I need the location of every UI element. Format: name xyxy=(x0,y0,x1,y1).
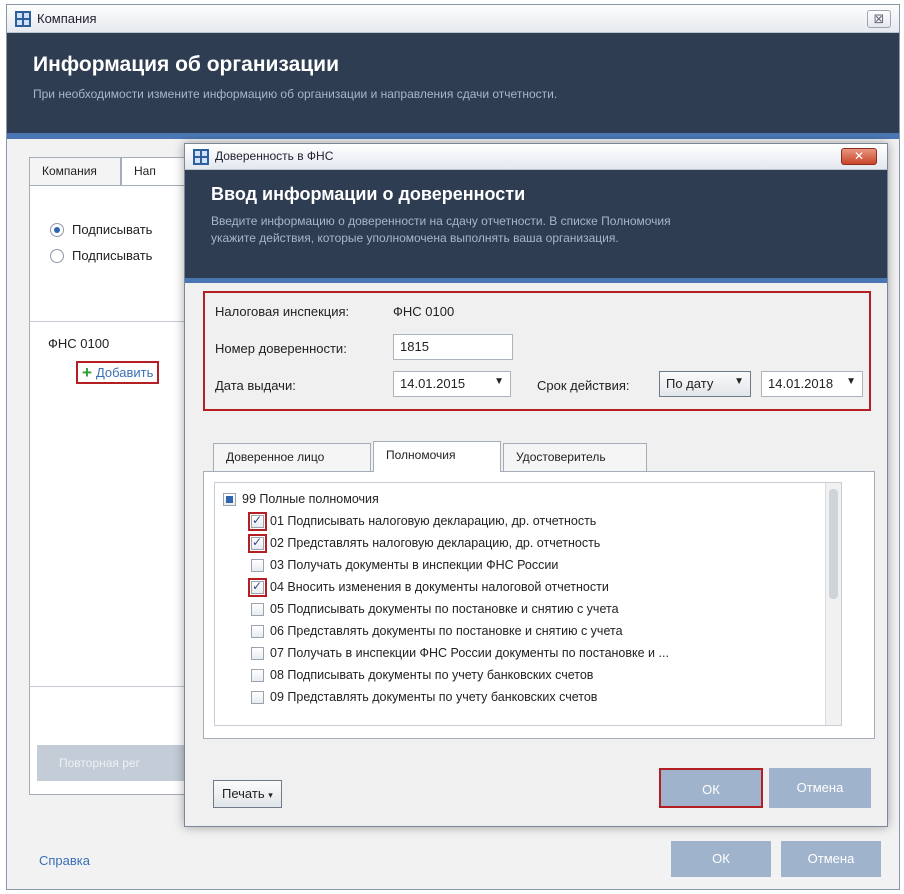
header-accent-bar xyxy=(7,133,899,139)
tab-trusted-person[interactable]: Доверенное лицо xyxy=(213,443,371,471)
tab-certifier[interactable]: Удостоверитель xyxy=(503,443,647,471)
permission-checkbox[interactable] xyxy=(251,624,264,638)
add-proxy-link[interactable]: + Добавить xyxy=(76,361,160,384)
page-title: Информация об организации xyxy=(33,53,339,76)
radio-button-selected[interactable] xyxy=(50,222,64,237)
permission-checkbox[interactable] xyxy=(251,646,264,660)
permission-label: 07 Получать в инспекции ФНС России докум… xyxy=(270,646,669,660)
permission-label: 08 Подписывать документы по учету банков… xyxy=(270,668,594,682)
issue-date-label: Дата выдачи: xyxy=(215,378,296,393)
permission-checkbox[interactable] xyxy=(251,558,264,572)
permissions-list: 99 Полные полномочия 01 Подписывать налог… xyxy=(214,482,842,726)
permission-label: 06 Представлять документы по постановке … xyxy=(270,624,623,638)
validity-label: Срок действия: xyxy=(537,378,630,393)
print-button-label: Печать xyxy=(222,786,265,801)
radio-sign-option-2[interactable]: Подписывать xyxy=(50,248,152,263)
permission-label: 03 Получать документы в инспекции ФНС Ро… xyxy=(270,558,559,572)
permission-item[interactable]: 02 Представлять налоговую декларацию, др… xyxy=(248,533,601,553)
fns-office-label: ФНС 0100 xyxy=(48,336,110,351)
close-dialog-button[interactable]: ✕ xyxy=(841,148,877,165)
dialog-description: Введите информацию о доверенности на сда… xyxy=(211,213,861,247)
permission-label: 09 Представлять документы по учету банко… xyxy=(270,690,598,704)
permission-label: 01 Подписывать налоговую декларацию, др.… xyxy=(270,514,597,528)
permission-item[interactable]: 03 Получать документы в инспекции ФНС Ро… xyxy=(251,555,558,575)
dialog-ok-button[interactable]: ОК xyxy=(659,768,763,808)
tab-directions[interactable]: Нап xyxy=(121,157,191,185)
permission-checkbox[interactable] xyxy=(251,690,264,704)
ok-button[interactable]: ОК xyxy=(671,841,771,877)
permission-label: 05 Подписывать документы по постановке и… xyxy=(270,602,619,616)
tab-permissions[interactable]: Полномочия xyxy=(373,441,501,472)
permission-item[interactable]: 08 Подписывать документы по учету банков… xyxy=(251,665,593,685)
permission-item[interactable]: 07 Получать в инспекции ФНС России докум… xyxy=(251,643,669,663)
permission-item[interactable]: 05 Подписывать документы по постановке и… xyxy=(251,599,619,619)
issue-date-value: 14.01.2015 xyxy=(400,376,466,391)
caret-down-icon: ▼ xyxy=(846,376,856,387)
tax-office-label: Налоговая инспекция: xyxy=(215,304,350,319)
dialog-cancel-button[interactable]: Отмена xyxy=(769,768,871,808)
permission-label: 04 Вносить изменения в документы налогов… xyxy=(270,580,609,594)
app-grid-icon xyxy=(15,11,31,27)
permission-item[interactable]: 99 Полные полномочия xyxy=(223,489,379,509)
proxy-dialog-header: Ввод информации о доверенности Введите и… xyxy=(185,170,887,278)
validity-mode-select[interactable]: По дату ▼ xyxy=(659,371,751,397)
proxy-dialog-title: Доверенность в ФНС xyxy=(215,149,334,163)
permission-checkbox[interactable] xyxy=(248,511,267,531)
radio-button[interactable] xyxy=(50,248,64,263)
help-link[interactable]: Справка xyxy=(39,853,90,868)
caret-down-icon: ▼ xyxy=(494,376,504,387)
validity-date-picker[interactable]: 14.01.2018 ▼ xyxy=(761,371,863,397)
permission-label: 02 Представлять налоговую декларацию, др… xyxy=(270,536,601,550)
tab-company[interactable]: Компания xyxy=(29,157,121,185)
add-link-label: Добавить xyxy=(95,365,154,380)
dialog-accent-bar xyxy=(185,278,887,283)
permission-item[interactable]: 04 Вносить изменения в документы налогов… xyxy=(248,577,609,597)
company-info-header: Информация об организации При необходимо… xyxy=(7,33,899,133)
proxy-number-label: Номер доверенности: xyxy=(215,341,347,356)
scrollbar-thumb[interactable] xyxy=(829,489,838,599)
app-grid-icon xyxy=(193,149,209,165)
permission-item[interactable]: 01 Подписывать налоговую декларацию, др.… xyxy=(248,511,597,531)
permissions-scrollbar[interactable] xyxy=(825,483,841,725)
company-window-title: Компания xyxy=(37,11,97,26)
proxy-dialog-titlebar: Доверенность в ФНС ✕ xyxy=(185,144,887,170)
company-window-titlebar: Компания ⊠ xyxy=(7,5,899,33)
proxy-dialog: Доверенность в ФНС ✕ Ввод информации о д… xyxy=(184,143,888,827)
cancel-button[interactable]: Отмена xyxy=(781,841,881,877)
radio-sign-option-1[interactable]: Подписывать xyxy=(50,222,152,237)
issue-date-picker[interactable]: 14.01.2015 ▼ xyxy=(393,371,511,397)
permission-checkbox[interactable] xyxy=(223,492,236,506)
dialog-description-line: укажите действия, которые уполномочена в… xyxy=(211,231,619,245)
permission-checkbox[interactable] xyxy=(251,602,264,616)
dialog-heading: Ввод информации о доверенности xyxy=(211,184,526,204)
permission-checkbox[interactable] xyxy=(248,533,267,553)
plus-icon: + xyxy=(82,362,92,382)
caret-down-icon: ▼ xyxy=(734,376,744,387)
validity-mode-value: По дату xyxy=(666,376,714,391)
permission-label: 99 Полные полномочия xyxy=(242,492,379,506)
dialog-description-line: Введите информацию о доверенности на сда… xyxy=(211,214,671,228)
permissions-panel: 99 Полные полномочия 01 Подписывать налог… xyxy=(203,471,875,739)
permission-item[interactable]: 09 Представлять документы по учету банко… xyxy=(251,687,597,707)
permission-checkbox[interactable] xyxy=(251,668,264,682)
proxy-number-input[interactable]: 1815 xyxy=(393,334,513,360)
tax-office-value: ФНС 0100 xyxy=(393,304,455,319)
validity-date-value: 14.01.2018 xyxy=(768,376,834,391)
close-window-button[interactable]: ⊠ xyxy=(867,10,891,28)
permission-item[interactable]: 06 Представлять документы по постановке … xyxy=(251,621,623,641)
radio-label: Подписывать xyxy=(72,248,153,263)
caret-down-icon: ▾ xyxy=(268,790,273,800)
permission-checkbox[interactable] xyxy=(248,577,267,597)
print-button[interactable]: Печать ▾ xyxy=(213,780,282,808)
radio-label: Подписывать xyxy=(72,222,153,237)
page-subtitle: При необходимости измените информацию об… xyxy=(33,87,558,101)
